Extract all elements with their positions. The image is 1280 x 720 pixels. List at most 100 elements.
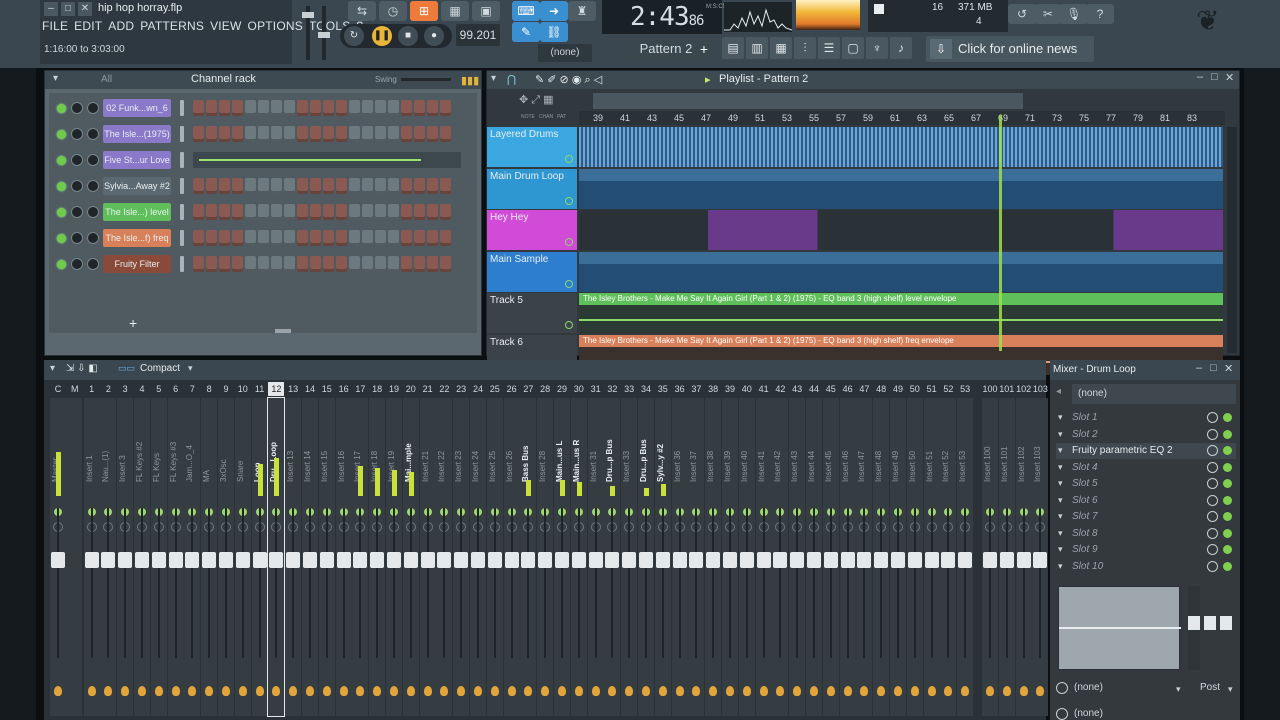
mixer-strip[interactable]: Insert 17 xyxy=(352,398,369,716)
mixer-route-icon[interactable] xyxy=(1019,686,1028,696)
step-button[interactable] xyxy=(388,126,399,142)
step-button[interactable] xyxy=(193,230,204,246)
mixer-route-icon[interactable] xyxy=(238,686,247,696)
step-button[interactable] xyxy=(193,178,204,194)
mixer-volume-fader[interactable] xyxy=(773,552,788,568)
time-display[interactable]: 2:4386 xyxy=(602,0,722,34)
mixer-strip[interactable]: Insert 36 xyxy=(671,398,688,716)
mixer-route-icon[interactable] xyxy=(986,686,994,696)
step-button[interactable] xyxy=(232,178,243,194)
swing-slider[interactable] xyxy=(401,78,451,81)
channel-select-indicator[interactable] xyxy=(180,256,184,272)
mixer-volume-fader[interactable] xyxy=(286,552,301,568)
step-button[interactable] xyxy=(427,126,438,142)
step-button[interactable] xyxy=(258,100,269,116)
mixer-volume-fader[interactable] xyxy=(185,552,200,568)
step-button[interactable] xyxy=(232,256,243,272)
step-button[interactable] xyxy=(219,178,230,194)
mixer-route-icon[interactable] xyxy=(826,686,835,696)
effect-slot[interactable]: ▾ Slot 10 xyxy=(1056,559,1236,575)
track-lanes[interactable]: The Isley Brothers - Make Me Say It Agai… xyxy=(487,127,1239,375)
step-button[interactable] xyxy=(258,178,269,194)
mixer-route-icon[interactable] xyxy=(306,686,314,696)
step-button[interactable] xyxy=(440,100,451,116)
playhead[interactable] xyxy=(999,115,1002,351)
mixer-volume-fader[interactable] xyxy=(807,552,821,568)
mixer-route-icon[interactable] xyxy=(558,686,566,696)
step-button[interactable] xyxy=(401,100,412,116)
slot-arrow-icon[interactable]: ▾ xyxy=(1058,445,1063,456)
track-lane[interactable] xyxy=(579,168,1223,209)
mixer-route-icon[interactable] xyxy=(87,686,96,696)
mixer-strip[interactable]: Insert 28 xyxy=(537,398,554,716)
mixer-strip[interactable]: Insert 13 xyxy=(285,398,302,716)
slot-enable-led[interactable] xyxy=(1223,545,1232,554)
mixer-route-icon[interactable] xyxy=(608,686,617,696)
menu-edit[interactable]: EDIT xyxy=(74,19,102,35)
mixer-volume-fader[interactable] xyxy=(689,552,704,568)
step-button[interactable] xyxy=(427,256,438,272)
mixer-route-icon[interactable] xyxy=(154,686,163,696)
step-button[interactable] xyxy=(297,178,308,194)
step-button[interactable] xyxy=(232,100,243,116)
mixer-route-icon[interactable] xyxy=(793,686,802,696)
slot-mix-knob[interactable] xyxy=(1207,511,1218,522)
mixer-strip[interactable]: Dru...Loop xyxy=(267,397,286,717)
eq-graph[interactable] xyxy=(1058,586,1181,670)
mixer-route-icon[interactable] xyxy=(457,686,466,696)
step-button[interactable] xyxy=(440,230,451,246)
step-button[interactable] xyxy=(323,204,334,220)
channel-select-indicator[interactable] xyxy=(180,178,184,194)
mixer-route-icon[interactable] xyxy=(776,686,785,696)
mixer-volume-fader[interactable] xyxy=(706,552,721,568)
slot-mix-knob[interactable] xyxy=(1207,445,1218,456)
mixer-volume-fader[interactable] xyxy=(51,552,65,568)
step-button[interactable] xyxy=(414,256,425,272)
mixer-volume-fader[interactable] xyxy=(487,552,502,568)
step-button[interactable] xyxy=(193,126,204,142)
mixer-strip[interactable]: Insert 102 xyxy=(1015,398,1032,716)
mixer-route-icon[interactable] xyxy=(356,686,365,696)
mixer-strip[interactable]: FL Keys #2 xyxy=(134,398,150,716)
magnet-icon[interactable]: ⋂ xyxy=(507,73,516,86)
step-button[interactable] xyxy=(310,256,321,272)
mixer-route-icon[interactable] xyxy=(322,686,331,696)
mixer-strip[interactable]: Insert 37 xyxy=(688,398,705,716)
mixer-volume-fader[interactable] xyxy=(823,552,838,568)
step-button[interactable] xyxy=(375,100,386,116)
step-button[interactable] xyxy=(427,178,438,194)
mixer-strip[interactable]: Insert 49 xyxy=(890,398,906,716)
step-button[interactable] xyxy=(232,126,243,142)
mixer-volume-fader[interactable] xyxy=(874,552,889,568)
mixer-strip[interactable]: Jam...O_4 xyxy=(184,398,201,716)
step-button[interactable] xyxy=(297,204,308,220)
loop-icon[interactable]: ↻ xyxy=(344,26,364,46)
track-lane[interactable]: The Isley Brothers - Make Me Say It Agai… xyxy=(579,293,1223,333)
mixer-volume-fader[interactable] xyxy=(639,552,653,568)
mixer-route-icon[interactable] xyxy=(961,686,970,696)
mixer-volume-fader[interactable] xyxy=(269,552,284,568)
step-button[interactable] xyxy=(310,100,321,116)
mixer-volume-fader[interactable] xyxy=(672,552,687,568)
mixer-strip[interactable]: Insert 22 xyxy=(436,398,453,716)
playlist-tools-icons[interactable]: ✎ ✐ ⊘ ◉ ⌕ ◁ xyxy=(535,73,602,87)
step-button[interactable] xyxy=(271,100,282,116)
mixer-volume-fader[interactable] xyxy=(605,552,620,568)
track-lane[interactable] xyxy=(579,127,1223,167)
step-button[interactable] xyxy=(206,230,217,246)
step-button[interactable] xyxy=(349,204,360,220)
horizontal-scrollbar[interactable] xyxy=(593,93,1023,109)
mixer-volume-fader[interactable] xyxy=(135,552,149,568)
mixer-strip[interactable]: Insert 26 xyxy=(503,398,520,716)
mixer-route-icon[interactable] xyxy=(339,686,348,696)
step-button[interactable] xyxy=(219,204,230,220)
step-button[interactable] xyxy=(284,100,295,116)
step-button[interactable] xyxy=(362,126,373,142)
channel-select-indicator[interactable] xyxy=(180,126,184,142)
mixer-strip[interactable]: Insert 48 xyxy=(873,398,890,716)
step-button[interactable] xyxy=(375,230,386,246)
step-button[interactable] xyxy=(245,100,256,116)
slot-mix-knob[interactable] xyxy=(1207,560,1218,572)
mixer-strip[interactable]: Insert 3 xyxy=(117,398,134,716)
mixer-strip[interactable]: Dru...p Bus xyxy=(604,398,621,716)
